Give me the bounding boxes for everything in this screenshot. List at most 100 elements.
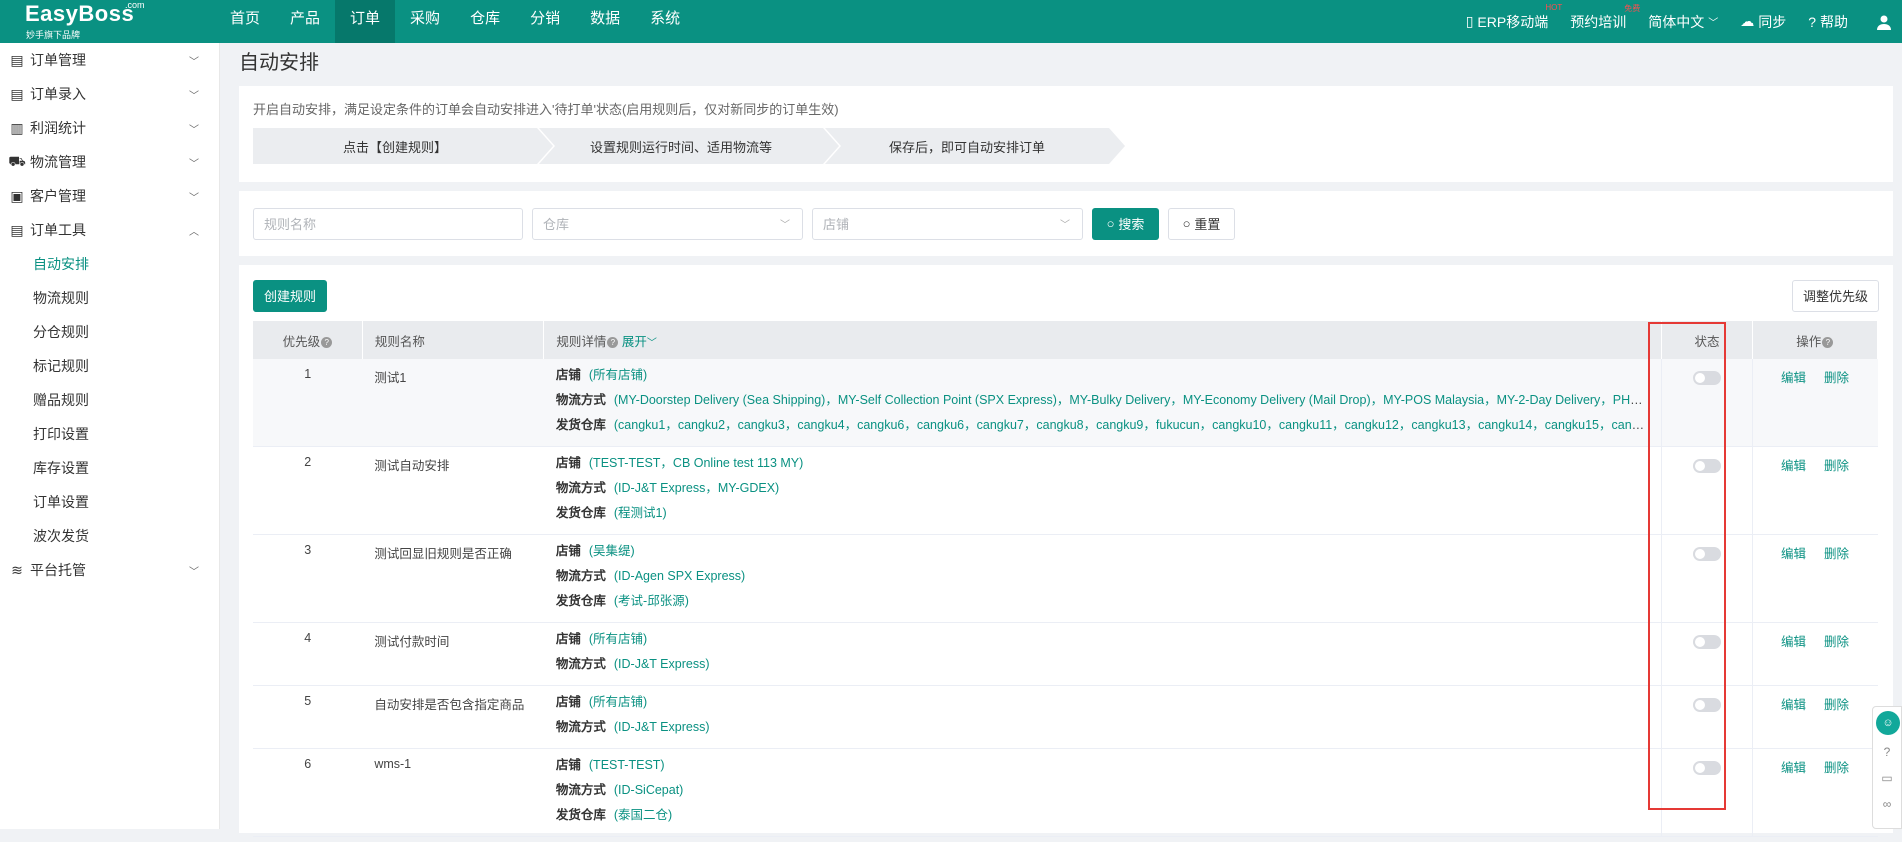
sidebar-subitem[interactable]: 波次发货 <box>0 519 219 553</box>
erp-mobile-link[interactable]: ▯ ERP移动端 HOT <box>1466 3 1563 32</box>
edit-link[interactable]: 编辑 <box>1781 635 1806 649</box>
hot-badge: HOT <box>1545 2 1563 12</box>
nav-item[interactable]: 分销 <box>515 0 575 43</box>
create-rule-button[interactable]: 创建规则 <box>253 279 327 312</box>
priority-cell: 4 <box>253 622 363 686</box>
sidebar-group[interactable]: ▤ 订单工具 ︿ <box>0 213 219 247</box>
chevron-down-icon: ﹀ <box>189 192 199 204</box>
delete-link[interactable]: 删除 <box>1824 459 1849 473</box>
tool-icon: ▤ <box>10 221 24 238</box>
sidebar-subitem[interactable]: 物流规则 <box>0 281 219 315</box>
delete-link[interactable]: 删除 <box>1824 698 1849 712</box>
profit-icon: ▥ <box>10 119 24 136</box>
nav-item[interactable]: 订单 <box>335 0 396 43</box>
user-avatar[interactable] <box>1876 14 1892 30</box>
search-button[interactable]: ○ 搜索 <box>1092 207 1159 240</box>
chevron-down-icon: ﹀ <box>189 566 199 578</box>
sidebar-subitem[interactable]: 赠品规则 <box>0 383 219 417</box>
detail-value: (ID-J&T Express) <box>613 720 710 734</box>
warehouse-select[interactable]: 仓库 ﹀ <box>532 207 803 240</box>
detail-warehouse: 发货仓库 (程测试1) <box>556 501 1646 526</box>
priority-cell: 6 <box>253 748 363 837</box>
guide-tip: 开启自动安排，满足设定条件的订单会自动安排进入'待打单'状态(启用规则后，仅对新… <box>253 102 839 117</box>
help-icon[interactable]: ? <box>1822 336 1834 348</box>
language-label: 简体中文 <box>1648 13 1705 30</box>
sidebar-group-label: 物流管理 <box>30 154 86 170</box>
rule-detail-cell: 店铺 (TEST-TEST，CB Online test 113 MY) 物流方式 (… <box>543 446 1662 535</box>
sidebar-group[interactable]: ▤ 订单录入 ﹀ <box>0 77 219 111</box>
sidebar-subitem[interactable]: 库存设置 <box>0 451 219 485</box>
chevron-down-icon: ﹀ <box>780 220 790 231</box>
detail-label: 店铺 <box>555 456 581 470</box>
nav-item[interactable]: 仓库 <box>455 0 515 43</box>
entry-icon: ▤ <box>10 85 24 102</box>
help-button[interactable]: ? 帮助 <box>1808 12 1848 32</box>
sidebar-subitem[interactable]: 标记规则 <box>0 349 219 383</box>
detail-label: 物流方式 <box>555 783 606 797</box>
training-link[interactable]: 预约培训 免费 <box>1570 4 1640 32</box>
nav-item[interactable]: 产品 <box>275 0 335 43</box>
sidebar-subitem[interactable]: 打印设置 <box>0 417 219 451</box>
header-op-label: 操作 <box>1796 334 1822 349</box>
brand-subtitle: 妙手旗下品牌 <box>26 30 81 40</box>
guide-step-2: 设置规则运行时间、适用物流等 <box>539 128 839 164</box>
edit-link[interactable]: 编辑 <box>1781 698 1806 712</box>
help-icon[interactable]: ? <box>607 336 619 348</box>
delete-link[interactable]: 删除 <box>1824 547 1849 561</box>
sidebar-subitem[interactable]: 自动安排 <box>0 247 219 281</box>
cloud-icon: ☁ <box>1740 13 1755 29</box>
sidebar-group[interactable]: ▣ 客户管理 ﹀ <box>0 179 219 213</box>
rule-name-cell: 自动安排是否包含指定商品 <box>362 685 544 749</box>
edit-link[interactable]: 编辑 <box>1781 459 1806 473</box>
sidebar-group-label: 平台托管 <box>30 562 86 578</box>
training-label: 预约培训 <box>1570 13 1627 30</box>
header-detail: 规则详情? 展开﹀ <box>543 321 1663 359</box>
store-select[interactable]: 店铺 ﹀ <box>812 207 1083 240</box>
rule-name-input[interactable]: 规则名称 <box>253 207 523 240</box>
brand-logo[interactable]: EasyBoss .com 妙手旗下品牌 <box>0 0 215 43</box>
adjust-priority-button[interactable]: 调整优先级 <box>1792 279 1879 312</box>
language-selector[interactable]: 简体中文 ﹀ <box>1648 12 1718 32</box>
nav-item[interactable]: 首页 <box>215 0 275 43</box>
sidebar-group[interactable]: ⛟ 物流管理 ﹀ <box>0 145 219 179</box>
nav-item[interactable]: 采购 <box>395 0 455 43</box>
sidebar-subitem[interactable]: 订单设置 <box>0 485 219 519</box>
edit-link[interactable]: 编辑 <box>1781 371 1806 385</box>
sync-button[interactable]: ☁ 同步 <box>1740 12 1786 32</box>
delete-link[interactable]: 删除 <box>1824 371 1849 385</box>
detail-label: 物流方式 <box>555 481 606 495</box>
sidebar-group-label: 利润统计 <box>30 120 86 136</box>
detail-warehouse: 发货仓库 (考试-邱张源) <box>556 589 1646 614</box>
sidebar-group[interactable]: ≋ 平台托管 ﹀ <box>0 553 219 587</box>
delete-link[interactable]: 删除 <box>1824 635 1849 649</box>
warehouse-placeholder: 仓库 <box>543 217 570 232</box>
sidebar-group[interactable]: ▥ 利润统计 ﹀ <box>0 111 219 145</box>
operation-cell: 编辑 删除 <box>1751 446 1878 535</box>
order-icon: ▤ <box>10 51 24 68</box>
help-icon[interactable]: ? <box>321 336 333 348</box>
sidebar-subitem[interactable]: 分仓规则 <box>0 315 219 349</box>
nav-item[interactable]: 数据 <box>575 0 635 43</box>
chat-icon[interactable]: ▭ <box>1873 765 1901 791</box>
question-doc-icon[interactable]: ? <box>1873 739 1901 765</box>
header-priority-label: 优先级 <box>282 334 321 349</box>
link-icon[interactable]: ∞ <box>1873 791 1901 817</box>
support-avatar-icon[interactable]: ☺ <box>1876 711 1900 735</box>
table-row: 5 自动安排是否包含指定商品 店铺 (所有店铺) 物流方式 (ID-J&T Express… <box>253 685 1878 749</box>
edit-link[interactable]: 编辑 <box>1781 761 1806 775</box>
free-badge: 免费 <box>1624 3 1641 13</box>
detail-label: 店铺 <box>555 544 581 558</box>
detail-store: 店铺 (所有店铺) <box>556 363 1646 388</box>
reset-button[interactable]: ○ 重置 <box>1168 207 1235 240</box>
sidebar-group[interactable]: ▤ 订单管理 ﹀ <box>0 43 219 77</box>
detail-value: (考试-邱张源) <box>613 594 689 608</box>
delete-link[interactable]: 删除 <box>1824 761 1849 775</box>
expand-link[interactable]: 展开 <box>622 335 647 349</box>
priority-cell: 3 <box>253 534 363 623</box>
nav-item[interactable]: 系统 <box>635 0 695 43</box>
detail-store: 店铺 (TEST-TEST) <box>556 753 1646 778</box>
detail-label: 发货仓库 <box>555 506 606 520</box>
reset-label: 重置 <box>1194 217 1221 232</box>
edit-link[interactable]: 编辑 <box>1781 547 1806 561</box>
search-label: 搜索 <box>1118 217 1145 232</box>
